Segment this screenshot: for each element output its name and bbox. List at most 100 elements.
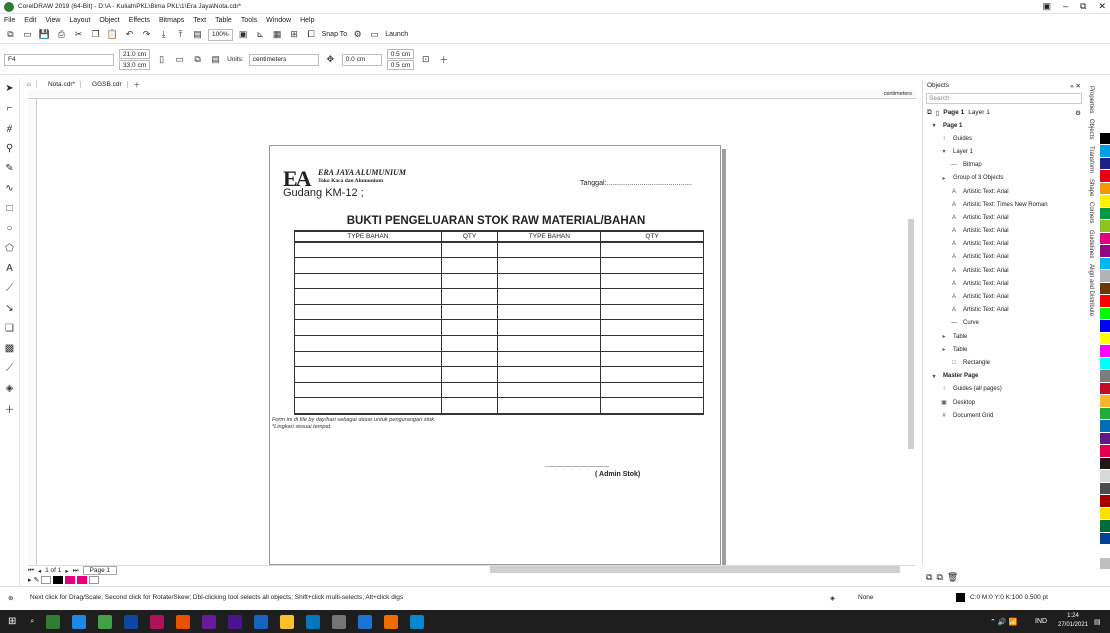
language-indicator[interactable]: IND xyxy=(1035,618,1047,625)
snap-icon[interactable]: ⧠ xyxy=(305,28,318,41)
object-list-item[interactable]: — Curve xyxy=(923,317,1085,330)
no-color-swatch[interactable] xyxy=(41,576,52,584)
tab-nota[interactable]: Nota.cdr* xyxy=(43,80,82,88)
app-vs-icon[interactable] xyxy=(150,614,165,629)
tab-corners[interactable]: Corners xyxy=(1088,202,1094,223)
new-icon[interactable]: ▭ xyxy=(21,28,34,41)
eyedropper-icon[interactable]: ✎ xyxy=(34,576,40,584)
windows-start-icon[interactable]: ⊞ xyxy=(8,616,16,627)
fill-status[interactable]: None xyxy=(858,594,874,601)
palette-swatch[interactable] xyxy=(1100,132,1110,145)
first-page-icon[interactable]: ⏮ xyxy=(28,567,34,575)
copy-icon[interactable]: ❐ xyxy=(89,28,102,41)
palette-swatch[interactable] xyxy=(1100,457,1110,470)
object-list-item[interactable]: A Artistic Text: Arial xyxy=(923,225,1085,238)
units-select[interactable]: centimeters xyxy=(248,53,319,66)
palette-swatch[interactable] xyxy=(1100,482,1110,495)
menu-effects[interactable]: Effects xyxy=(129,17,150,24)
duplicate-y-field[interactable]: 0.5 cm xyxy=(386,60,415,70)
scroll-thumb[interactable] xyxy=(908,219,914,449)
page-frame-icon[interactable]: ⊡ xyxy=(419,53,432,66)
transparency-tool-icon[interactable]: ▩ xyxy=(3,341,17,355)
object-list-item[interactable]: A Artistic Text: Arial xyxy=(923,211,1085,224)
object-list-item[interactable]: ▾ Master Page xyxy=(923,370,1085,383)
object-list-item[interactable]: A Artistic Text: Arial xyxy=(923,251,1085,264)
palette-swatch[interactable] xyxy=(1100,307,1110,320)
menu-layout[interactable]: Layout xyxy=(69,17,90,24)
object-list-item[interactable]: # Document Grid xyxy=(923,409,1085,422)
print-icon[interactable]: ⎙ xyxy=(55,28,68,41)
rulers-icon[interactable]: ⊾ xyxy=(254,28,267,41)
palette-swatch[interactable] xyxy=(1100,332,1110,345)
palette-swatch[interactable] xyxy=(1100,282,1110,295)
object-list-item[interactable]: A Artistic Text: Times New Roman xyxy=(923,198,1085,211)
paste-icon[interactable]: 📋 xyxy=(106,28,119,41)
search-icon[interactable]: ⌕ xyxy=(30,618,34,626)
freehand-tool-icon[interactable]: ✎ xyxy=(3,161,17,175)
zoom-level-field[interactable]: 100% xyxy=(208,28,233,41)
palette-swatch[interactable] xyxy=(1100,470,1110,483)
palette-swatch[interactable] xyxy=(1100,557,1110,570)
close-button[interactable]: ✕ xyxy=(1098,1,1106,12)
palette-swatch[interactable] xyxy=(1100,545,1110,558)
rectangle-tool-icon[interactable]: □ xyxy=(3,201,17,215)
add-tab-icon[interactable]: ＋ xyxy=(134,79,141,89)
page-height-field[interactable]: 33.0 cm xyxy=(119,60,151,70)
app-firefox-icon[interactable] xyxy=(384,614,399,629)
pick-tool-icon[interactable]: ➤ xyxy=(3,81,17,95)
object-list-item[interactable]: ▸ Table xyxy=(923,330,1085,343)
palette-swatch[interactable] xyxy=(1100,395,1110,408)
palette-swatch[interactable] xyxy=(1100,407,1110,420)
object-list-item[interactable]: A Artistic Text: Arial xyxy=(923,304,1085,317)
full-screen-icon[interactable]: ▣ xyxy=(237,28,250,41)
menu-object[interactable]: Object xyxy=(99,17,119,24)
clock[interactable]: 1:24 27/01/2021 xyxy=(1058,612,1088,630)
vertical-scrollbar[interactable] xyxy=(906,99,916,565)
drop-shadow-tool-icon[interactable]: ❏ xyxy=(3,321,17,335)
duplicate-x-field[interactable]: 0.5 cm xyxy=(386,49,415,59)
paper-size-select[interactable]: F4 xyxy=(4,53,114,66)
objects-search-input[interactable]: Search xyxy=(926,93,1082,104)
app-settings-icon[interactable] xyxy=(332,614,347,629)
menu-text[interactable]: Text xyxy=(193,17,206,24)
docker-collapse-icon[interactable]: » ✕ xyxy=(1070,82,1081,90)
palette-swatch[interactable] xyxy=(1100,170,1110,183)
object-list-item[interactable]: — Bitmap xyxy=(923,159,1085,172)
palette-swatch[interactable] xyxy=(1100,120,1110,133)
redo-icon[interactable]: ↷ xyxy=(140,28,153,41)
palette-swatch[interactable] xyxy=(1100,207,1110,220)
palette-swatch[interactable] xyxy=(1100,445,1110,458)
tab-properties[interactable]: Properties xyxy=(1088,86,1094,113)
object-list-item[interactable]: A Artistic Text: Arial xyxy=(923,185,1085,198)
tab-align-distribute[interactable]: Align and Distribute xyxy=(1088,264,1094,316)
undo-icon[interactable]: ↶ xyxy=(123,28,136,41)
connector-tool-icon[interactable]: ↘ xyxy=(3,301,17,315)
app-illustrator-icon[interactable] xyxy=(176,614,191,629)
document-page[interactable]: EA ERA JAYA ALUMUNIUM Toko Kaca dan Alum… xyxy=(269,145,721,565)
snap-to-dropdown[interactable]: Snap To xyxy=(322,31,348,38)
tab-ggsb[interactable]: GGSB.cdr xyxy=(87,80,128,88)
magenta-swatch[interactable] xyxy=(65,576,76,584)
app-photoshop-icon[interactable] xyxy=(124,614,139,629)
horizontal-ruler[interactable]: centimeters xyxy=(28,90,916,99)
object-list-item[interactable]: A Artistic Text: Arial xyxy=(923,238,1085,251)
notifications-icon[interactable]: ▤ xyxy=(1094,618,1101,626)
menu-help[interactable]: Help xyxy=(300,17,314,24)
menu-table[interactable]: Table xyxy=(215,17,232,24)
object-list-item[interactable]: ▣ Desktop xyxy=(923,396,1085,409)
crop-tool-icon[interactable]: ⧣ xyxy=(3,121,17,135)
horizontal-scrollbar[interactable] xyxy=(490,566,900,573)
palette-swatch[interactable] xyxy=(1100,382,1110,395)
object-list-item[interactable]: ▾ Page 1 xyxy=(923,119,1085,132)
palette-swatch[interactable] xyxy=(1100,270,1110,283)
nudge-distance-field[interactable]: 0.0 cm xyxy=(341,53,382,66)
artistic-media-tool-icon[interactable]: ∿ xyxy=(3,181,17,195)
page-tab[interactable]: Page 1 xyxy=(82,566,118,575)
palette-swatch[interactable] xyxy=(1100,157,1110,170)
menu-tools[interactable]: Tools xyxy=(241,17,257,24)
palette-swatch[interactable] xyxy=(1100,507,1110,520)
palette-swatch[interactable] xyxy=(1100,295,1110,308)
publish-pdf-icon[interactable]: ▤ xyxy=(191,28,204,41)
palette-swatch[interactable] xyxy=(1100,345,1110,358)
polygon-tool-icon[interactable]: ⬠ xyxy=(3,241,17,255)
